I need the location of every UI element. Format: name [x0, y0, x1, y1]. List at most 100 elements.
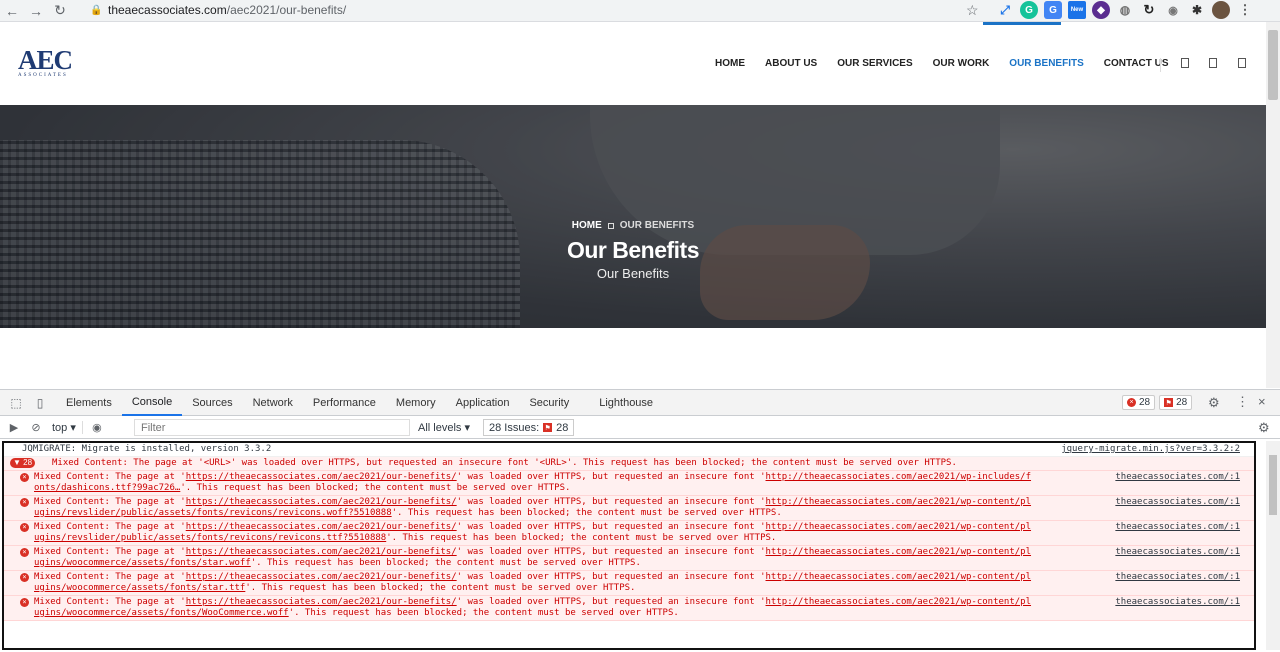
font-url-link[interactable]: ugins/woocommerce/assets/fonts/star.woff [34, 558, 251, 568]
page-url-link[interactable]: https://theaecassociates.com/aec2021/our… [186, 597, 457, 607]
profile-avatar[interactable] [1212, 1, 1230, 19]
page-url-link[interactable]: https://theaecassociates.com/aec2021/our… [186, 547, 457, 557]
font-url-link[interactable]: http://theaecassociates.com/aec2021/wp-c… [766, 597, 1032, 607]
extensions-puzzle-icon[interactable]: ✱ [1188, 1, 1206, 19]
new-extension-icon[interactable]: New [1068, 1, 1086, 19]
expand-icon[interactable]: ⤢ [996, 1, 1014, 19]
social-icon-1[interactable] [1181, 58, 1189, 68]
page-scrollbar[interactable] [1266, 22, 1280, 388]
tab-performance[interactable]: Performance [303, 390, 386, 416]
issues-flag-icon: ⚑ [543, 423, 553, 432]
font-url-link[interactable]: onts/dashicons.ttf?99ac726… [34, 483, 180, 493]
clear-console-icon[interactable]: ⊘ [28, 420, 44, 436]
log-source-link[interactable]: jquery-migrate.min.js?ver=3.3.2:2 [1061, 444, 1240, 455]
puzzle-extension-icon[interactable]: ◆ [1092, 1, 1110, 19]
bookmark-star-icon[interactable]: ☆ [966, 0, 982, 20]
sidebar-toggle-icon[interactable]: ▶ [6, 420, 22, 436]
breadcrumb-separator-icon [607, 222, 614, 229]
nav-home[interactable]: HOME [715, 58, 745, 69]
tab-elements[interactable]: Elements [56, 390, 122, 416]
console-error-row: × Mixed Content: The page at 'https://the… [4, 471, 1254, 496]
tab-network[interactable]: Network [243, 390, 303, 416]
page-url-link[interactable]: https://theaecassociates.com/aec2021/our… [186, 572, 457, 582]
issue-flag-icon: ⚑ [1164, 398, 1174, 407]
error-group-count: ▼ 28 [10, 458, 36, 468]
tab-sources[interactable]: Sources [182, 390, 242, 416]
devtools-close-icon[interactable]: × [1258, 394, 1266, 409]
devtools-settings-gear-icon[interactable]: ⚙ [1208, 395, 1220, 411]
breadcrumb: HOME OUR BENEFITS [572, 220, 694, 231]
levels-value: All levels [418, 422, 462, 434]
breadcrumb-home[interactable]: HOME [572, 220, 602, 231]
nav-our-benefits[interactable]: OUR BENEFITS [1009, 58, 1083, 69]
camera-icon[interactable]: ◉ [1164, 1, 1182, 19]
tab-memory[interactable]: Memory [386, 390, 446, 416]
sync-icon[interactable]: ↻ [1140, 1, 1158, 19]
console-error-group[interactable]: ▼ 28 Mixed Content: The page at '<URL>' w… [4, 457, 1254, 471]
log-text: '. This request has been blocked; the co… [288, 608, 679, 618]
log-source-link[interactable]: theaecassociates.com/:1 [1115, 597, 1240, 608]
nav-contact-us[interactable]: CONTACT US [1104, 58, 1169, 69]
tab-console[interactable]: Console [121, 390, 183, 416]
globe-icon[interactable]: ◍ [1116, 1, 1134, 19]
font-url-link[interactable]: ugins/woocommerce/assets/fonts/star.ttf [34, 583, 245, 593]
log-text: '. This request has been blocked; the co… [250, 558, 641, 568]
page-url-link[interactable]: https://theaecassociates.com/aec2021/our… [186, 522, 457, 532]
issues-button[interactable]: 28 Issues: ⚑ 28 [483, 419, 575, 436]
tab-application[interactable]: Application [446, 390, 520, 416]
reload-icon[interactable]: ↻ [48, 0, 72, 22]
font-url-link[interactable]: http://theaecassociates.com/aec2021/wp-c… [766, 547, 1032, 557]
log-levels-select[interactable]: All levels ▾ [418, 421, 470, 434]
grammarly-icon[interactable]: G [1020, 1, 1038, 19]
menu-kebab-icon[interactable]: ⋮ [1236, 1, 1254, 19]
log-source-link[interactable]: theaecassociates.com/:1 [1115, 572, 1240, 583]
address-bar[interactable]: 🔒 theaecassociates.com/aec2021/our-benef… [82, 0, 990, 20]
tab-lighthouse[interactable]: Lighthouse [589, 390, 663, 416]
nav-our-work[interactable]: OUR WORK [933, 58, 990, 69]
nav-our-services[interactable]: OUR SERVICES [837, 58, 912, 69]
live-expression-eye-icon[interactable]: ◉ [89, 420, 105, 436]
social-icon-2[interactable] [1209, 58, 1217, 68]
console-toolbar: ▶ ⊘ top ▾ ◉ All levels ▾ 28 Issues:⚑28 ⚙ [0, 417, 1280, 439]
back-arrow-icon[interactable]: ← [0, 0, 24, 22]
console-filter-input[interactable] [134, 419, 410, 436]
font-url-link[interactable]: http://theaecassociates.com/aec2021/wp-c… [766, 522, 1032, 532]
site-logo[interactable]: AEC ASSOCIATES [18, 45, 86, 80]
log-text: ' was loaded over HTTPS, but requested a… [456, 597, 766, 607]
font-url-link[interactable]: http://theaecassociates.com/aec2021/wp-c… [766, 497, 1032, 507]
issue-count: 28 [1176, 397, 1188, 408]
logo-subtext: ASSOCIATES [18, 73, 68, 78]
font-url-link[interactable]: ugins/woocommerce/assets/fonts/WooCommer… [34, 608, 289, 618]
log-source-link[interactable]: theaecassociates.com/:1 [1115, 547, 1240, 558]
font-url-link[interactable]: ugins/revslider/public/assets/fonts/revi… [34, 533, 386, 543]
nav-about-us[interactable]: ABOUT US [765, 58, 817, 69]
log-text: ' was loaded over HTTPS, but requested a… [456, 572, 766, 582]
font-url-link[interactable]: http://theaecassociates.com/aec2021/wp-i… [766, 472, 1032, 482]
log-text: Mixed Content: The page at ' [34, 497, 186, 507]
font-url-link[interactable]: ugins/revslider/public/assets/fonts/revi… [34, 508, 392, 518]
device-toggle-icon[interactable]: ▯ [32, 395, 48, 411]
forward-arrow-icon[interactable]: → [24, 0, 48, 22]
devtools-more-icon[interactable]: ⋮ [1236, 394, 1249, 410]
logo-text: AEC [18, 45, 73, 75]
log-source-link[interactable]: theaecassociates.com/:1 [1115, 497, 1240, 508]
page-url-link[interactable]: https://theaecassociates.com/aec2021/our… [186, 472, 457, 482]
context-select[interactable]: top ▾ [52, 421, 83, 434]
translate-icon[interactable]: G [1044, 1, 1062, 19]
page-scroll-thumb[interactable] [1268, 30, 1278, 100]
console-scrollbar[interactable] [1266, 441, 1280, 650]
tab-security[interactable]: Security [519, 390, 579, 416]
page-url-link[interactable]: https://theaecassociates.com/aec2021/our… [186, 497, 457, 507]
log-source-link[interactable]: theaecassociates.com/:1 [1115, 522, 1240, 533]
error-count-badge[interactable]: × 28 [1122, 395, 1156, 410]
log-source-link[interactable]: theaecassociates.com/:1 [1115, 472, 1240, 483]
font-url-link[interactable]: http://theaecassociates.com/aec2021/wp-c… [766, 572, 1032, 582]
console-scroll-thumb[interactable] [1269, 455, 1277, 515]
console-error-row: × Mixed Content: The page at 'https://the… [4, 546, 1254, 571]
issue-count-badge[interactable]: ⚑ 28 [1159, 395, 1193, 410]
inspect-element-icon[interactable]: ⬚ [8, 395, 24, 411]
console-error-row: × Mixed Content: The page at 'https://the… [4, 571, 1254, 596]
social-icon-3[interactable] [1238, 58, 1246, 68]
console-settings-gear-icon[interactable]: ⚙ [1258, 420, 1270, 436]
error-icon: × [20, 523, 29, 532]
